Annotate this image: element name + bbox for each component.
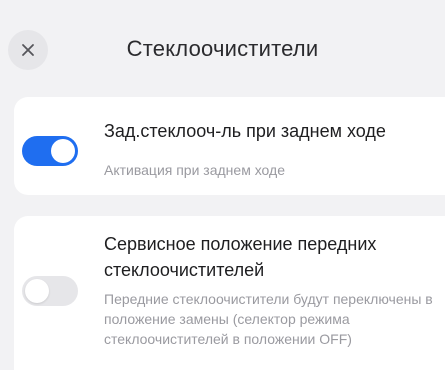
rear-wiper-card (14, 97, 445, 195)
page-title: Стеклоочистители (126, 36, 319, 61)
rear-wiper-toggle[interactable] (22, 136, 78, 166)
header: Стеклоочистители (0, 0, 445, 96)
wipers-settings-screen: Стеклоочистители Зад.стеклооч-ль при зад… (0, 0, 445, 370)
service-position-description: Передние стеклоочистители будут переключ… (104, 291, 433, 347)
rear-wiper-title: Зад.стеклооч-ль при заднем ходе (104, 121, 386, 141)
rear-wiper-description: Активация при заднем ходе (104, 162, 285, 178)
toggle-knob (25, 279, 49, 303)
service-position-title: Сервисное положение передних стеклоочист… (104, 234, 377, 280)
toggle-knob (51, 139, 75, 163)
service-position-toggle[interactable] (22, 276, 78, 306)
